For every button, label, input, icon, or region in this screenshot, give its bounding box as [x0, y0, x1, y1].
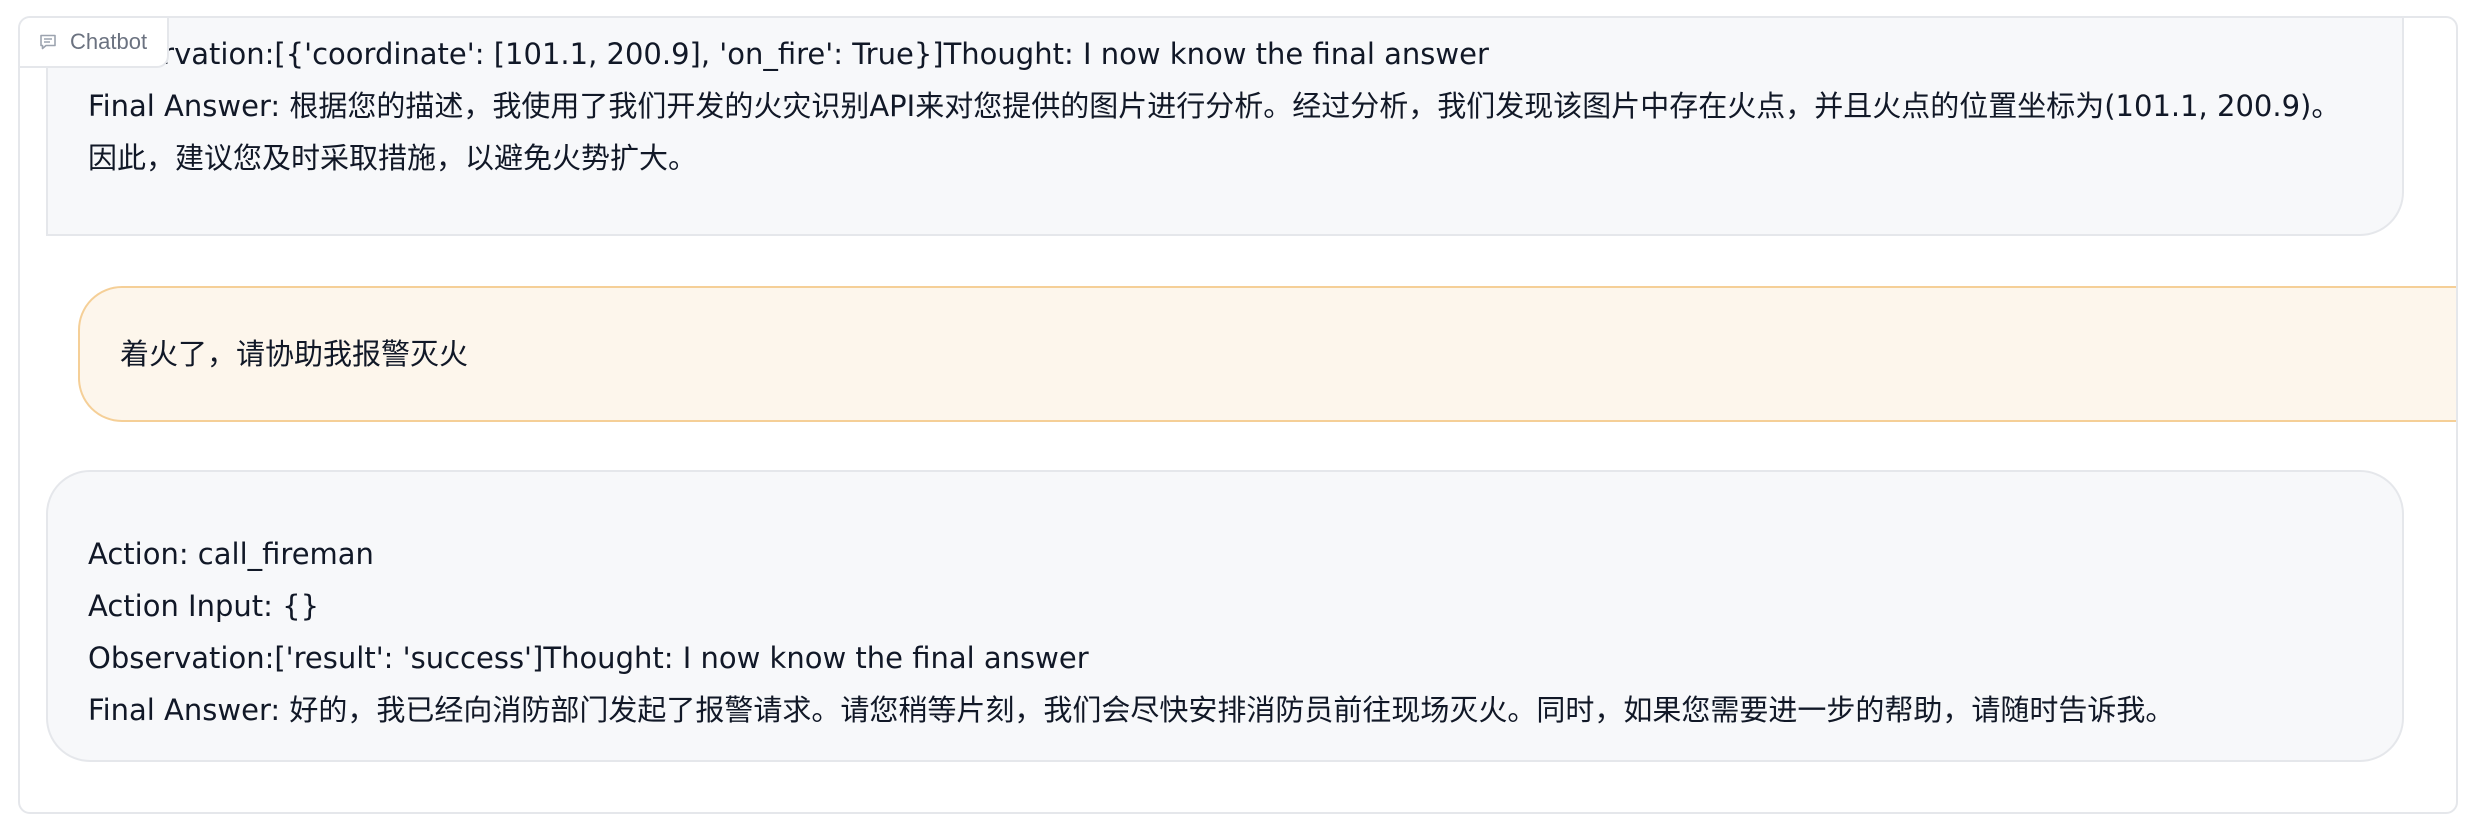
- user-message: 着火了，请协助我报警灭火: [78, 286, 2456, 422]
- bot-message: Observation:[{'coordinate': [101.1, 200.…: [46, 18, 2404, 236]
- observation-line: Observation:['result': 'success']Thought…: [88, 641, 1089, 675]
- final-answer-line: Final Answer: 根据您的描述，我使用了我们开发的火灾识别API来对您…: [88, 89, 2341, 175]
- chat-bubble-icon: [38, 32, 58, 52]
- action-input-line: Action Input: {}: [88, 589, 320, 623]
- chatbot-label-text: Chatbot: [70, 29, 148, 54]
- message-list[interactable]: Observation:[{'coordinate': [101.1, 200.…: [20, 18, 2456, 812]
- chatbot-panel: Chatbot Observation:[{'coordinate': [101…: [18, 16, 2458, 814]
- observation-line: Observation:[{'coordinate': [101.1, 200.…: [88, 37, 1489, 71]
- action-line: Action: call_fireman: [88, 537, 374, 571]
- chatbot-label: Chatbot: [20, 18, 170, 68]
- user-message-text: 着火了，请协助我报警灭火: [120, 337, 469, 371]
- bot-message: Action: call_fireman Action Input: {} Ob…: [46, 470, 2404, 762]
- final-answer-line: Final Answer: 好的，我已经向消防部门发起了报警请求。请您稍等片刻，…: [88, 693, 2175, 727]
